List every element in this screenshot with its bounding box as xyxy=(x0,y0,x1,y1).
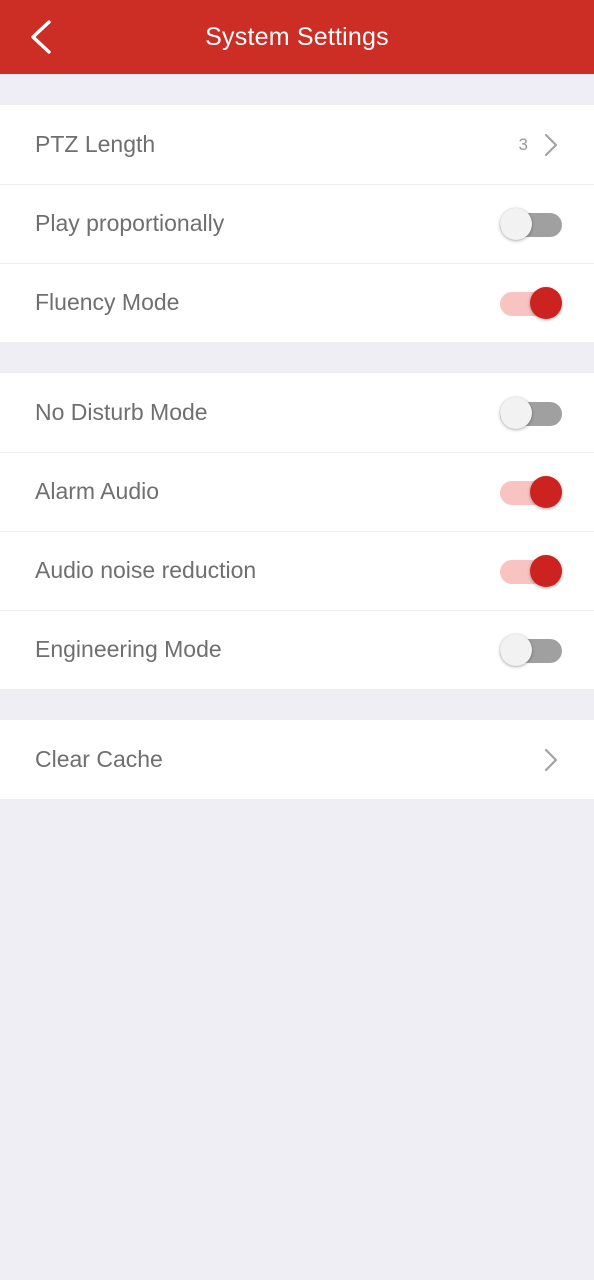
row-label: PTZ Length xyxy=(35,131,156,157)
section-gap-1 xyxy=(0,342,594,373)
row-alarm-audio[interactable]: Alarm Audio xyxy=(0,452,594,531)
toggle-thumb xyxy=(500,633,532,666)
row-clear-cache[interactable]: Clear Cache xyxy=(0,720,594,799)
row-accessory xyxy=(500,396,562,429)
storage-section: Clear Cache xyxy=(0,720,594,799)
row-no-disturb-mode[interactable]: No Disturb Mode xyxy=(0,373,594,452)
row-accessory xyxy=(500,207,562,240)
row-ptz-length[interactable]: PTZ Length 3 xyxy=(0,105,594,184)
system-settings-screen: System Settings PTZ Length 3 Play propor… xyxy=(0,0,594,1280)
row-label: Fluency Mode xyxy=(35,289,180,315)
toggle-engineering-mode[interactable] xyxy=(500,633,562,666)
toggle-thumb xyxy=(530,554,562,587)
toggle-thumb xyxy=(530,475,562,508)
row-label: Alarm Audio xyxy=(35,478,160,504)
chevron-right-icon xyxy=(540,130,562,160)
row-accessory xyxy=(540,745,562,775)
row-accessory xyxy=(500,554,562,587)
toggle-audio-noise-reduction[interactable] xyxy=(500,554,562,587)
row-label: Audio noise reduction xyxy=(35,557,257,583)
toggle-alarm-audio[interactable] xyxy=(500,475,562,508)
toggle-thumb xyxy=(530,286,562,319)
chevron-right-icon xyxy=(540,745,562,775)
row-engineering-mode[interactable]: Engineering Mode xyxy=(0,610,594,689)
toggle-fluency-mode[interactable] xyxy=(500,286,562,319)
row-fluency-mode[interactable]: Fluency Mode xyxy=(0,263,594,342)
row-label: Play proportionally xyxy=(35,210,225,236)
app-header: System Settings xyxy=(0,0,594,74)
back-button[interactable] xyxy=(10,0,72,74)
page-background-filler xyxy=(0,799,594,1280)
row-accessory xyxy=(500,633,562,666)
toggle-thumb xyxy=(500,207,532,240)
row-accessory xyxy=(500,475,562,508)
toggle-no-disturb-mode[interactable] xyxy=(500,396,562,429)
row-audio-noise-reduction[interactable]: Audio noise reduction xyxy=(0,531,594,610)
toggle-play-proportionally[interactable] xyxy=(500,207,562,240)
section-gap-top xyxy=(0,74,594,105)
row-accessory xyxy=(500,286,562,319)
playback-section: PTZ Length 3 Play proportionally Fluency… xyxy=(0,105,594,342)
audio-section: No Disturb Mode Alarm Audio Audio noise … xyxy=(0,373,594,689)
row-accessory: 3 xyxy=(519,130,562,160)
page-title: System Settings xyxy=(205,22,389,51)
ptz-length-value: 3 xyxy=(518,135,528,154)
row-label: Clear Cache xyxy=(35,746,163,772)
toggle-thumb xyxy=(500,396,532,429)
row-label: Engineering Mode xyxy=(35,636,222,662)
row-label: No Disturb Mode xyxy=(35,399,208,425)
section-gap-2 xyxy=(0,689,594,720)
chevron-left-icon xyxy=(26,17,56,57)
row-play-proportionally[interactable]: Play proportionally xyxy=(0,184,594,263)
